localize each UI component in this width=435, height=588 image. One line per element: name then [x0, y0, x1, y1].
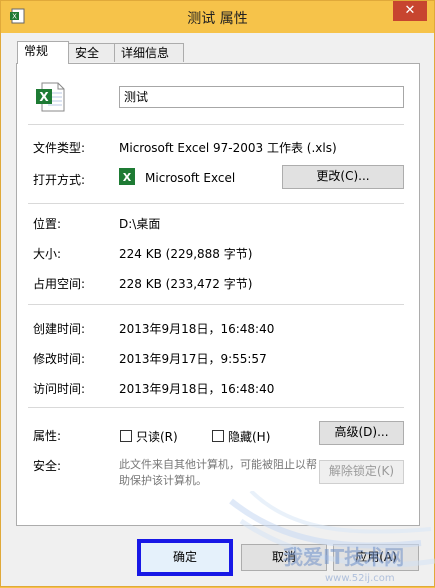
excel-document-icon: X — [36, 82, 65, 112]
ok-button[interactable]: 确定 — [137, 539, 233, 576]
excel-app-icon: X — [119, 168, 135, 185]
separator — [28, 124, 404, 125]
security-message: 此文件来自其他计算机，可能被阻止以帮助保护该计算机。 — [119, 458, 317, 487]
separator — [28, 203, 404, 204]
created-value: 2013年9月18日，16:48:40 — [119, 322, 275, 336]
attributes-label: 属性: — [33, 429, 62, 443]
unblock-button[interactable]: 解除锁定(K) — [319, 460, 404, 484]
file-type-value: Microsoft Excel 97-2003 工作表 (.xls) — [119, 141, 337, 155]
change-button[interactable]: 更改(C)... — [282, 165, 404, 189]
hidden-checkbox[interactable] — [212, 430, 224, 442]
accessed-label: 访问时间: — [33, 382, 86, 396]
created-label: 创建时间: — [33, 322, 86, 336]
location-value: D:\桌面 — [119, 217, 161, 231]
size-value: 224 KB (229,888 字节) — [119, 247, 253, 261]
open-with-value: Microsoft Excel — [145, 171, 236, 185]
tab-security[interactable]: 安全 — [68, 43, 115, 62]
general-panel: X 测试 文件类型: Microsoft Excel 97-2003 工作表 (… — [16, 63, 420, 526]
readonly-checkbox[interactable] — [120, 430, 132, 442]
file-type-label: 文件类型: — [33, 141, 86, 155]
watermark-url: www.52ij.com — [325, 573, 395, 584]
accessed-value: 2013年9月18日，16:48:40 — [119, 382, 275, 396]
advanced-button[interactable]: 高级(D)... — [319, 421, 404, 445]
tab-general[interactable]: 常规 — [17, 41, 69, 64]
file-name-input[interactable]: 测试 — [119, 86, 404, 108]
open-with-label: 打开方式: — [33, 173, 86, 187]
tab-details[interactable]: 详细信息 — [114, 43, 184, 62]
title-bar[interactable]: X 测试 属性 ✕ — [1, 1, 434, 33]
separator — [28, 304, 404, 305]
location-label: 位置: — [33, 217, 62, 231]
separator — [28, 407, 404, 408]
readonly-label[interactable]: 只读(R) — [136, 428, 178, 445]
properties-window: X 测试 属性 ✕ 常规 安全 详细信息 X 测试 文件类型: Microsof… — [0, 0, 435, 587]
svg-text:X: X — [39, 90, 49, 104]
size-on-disk-label: 占用空间: — [33, 277, 86, 291]
svg-text:X: X — [123, 171, 132, 184]
window-title: 测试 属性 — [187, 11, 248, 27]
close-button[interactable]: ✕ — [393, 1, 427, 21]
hidden-label[interactable]: 隐藏(H) — [228, 428, 270, 445]
modified-value: 2013年9月17日，9:55:57 — [119, 352, 267, 366]
size-on-disk-value: 228 KB (233,472 字节) — [119, 277, 253, 291]
modified-label: 修改时间: — [33, 352, 86, 366]
watermark-text: 我爱IT技术网 — [283, 545, 404, 569]
size-label: 大小: — [33, 247, 62, 261]
security-label: 安全: — [33, 459, 62, 473]
site-watermark: 我爱IT技术网 www.52ij.com — [229, 491, 435, 584]
